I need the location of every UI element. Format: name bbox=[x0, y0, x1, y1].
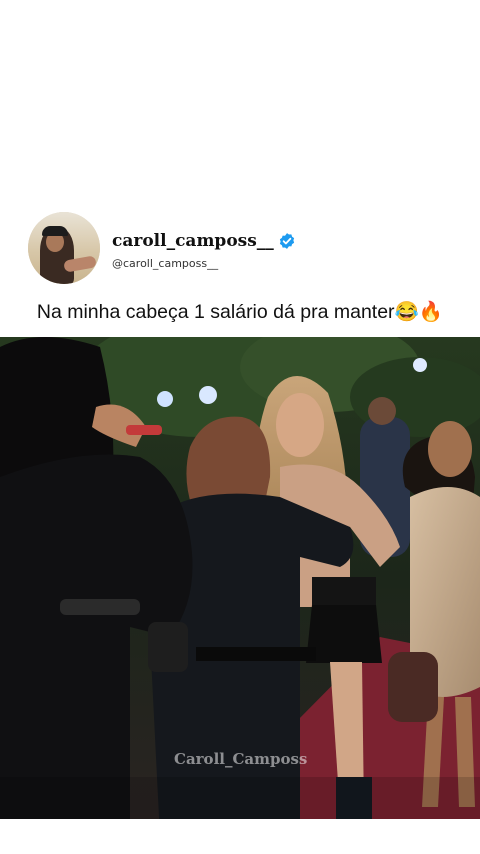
post-header: caroll_camposs__ @caroll_camposs__ bbox=[28, 212, 296, 284]
post-caption: Na minha cabeça 1 salário dá pra manter😂… bbox=[36, 301, 444, 323]
video-still bbox=[0, 337, 480, 819]
verified-badge-icon bbox=[278, 232, 296, 250]
video-watermark: Caroll_Camposs bbox=[174, 750, 308, 768]
avatar[interactable] bbox=[28, 212, 100, 284]
video-frame[interactable] bbox=[0, 337, 480, 819]
display-name[interactable]: caroll_camposs__ bbox=[112, 231, 274, 251]
profile-names: caroll_camposs__ @caroll_camposs__ bbox=[112, 231, 296, 270]
handle[interactable]: @caroll_camposs__ bbox=[112, 257, 296, 270]
